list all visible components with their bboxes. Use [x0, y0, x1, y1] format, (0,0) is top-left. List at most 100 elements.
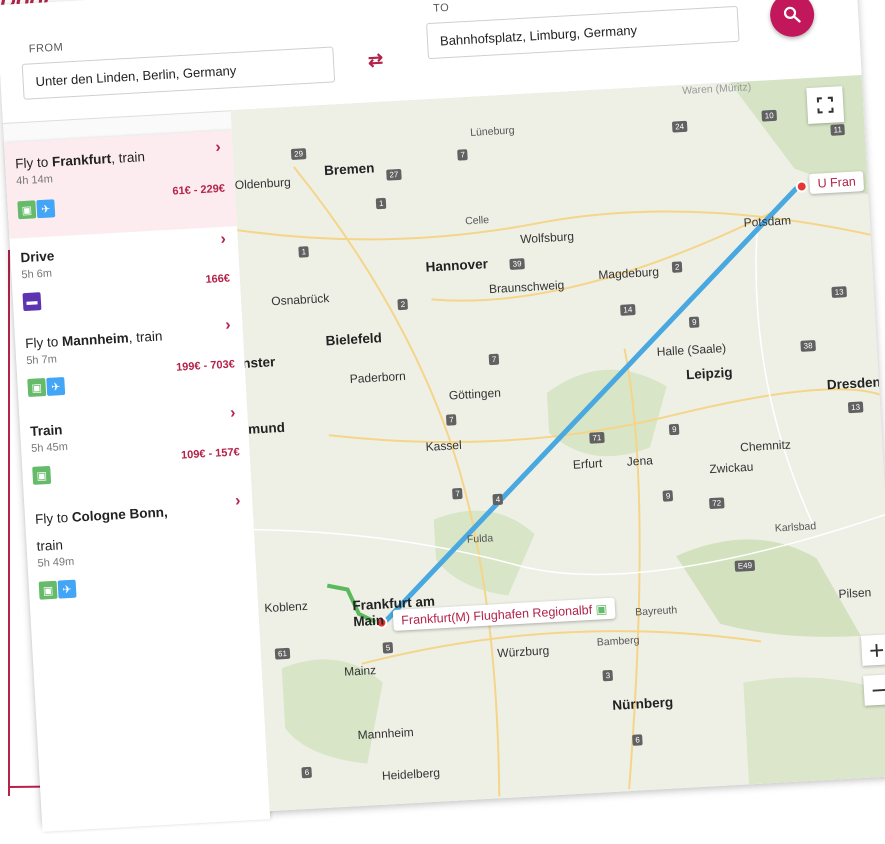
route-title-prefix: Fly to [24, 334, 63, 352]
route-title-dest: Mannheim [61, 330, 130, 350]
highway-shield: 7 [445, 414, 457, 426]
city-label: Jena [626, 453, 654, 469]
highway-shield: 9 [688, 316, 700, 328]
chevron-right-icon: › [229, 404, 236, 422]
highway-shield: 11 [830, 124, 846, 136]
highway-shield: 24 [671, 120, 688, 133]
fullscreen-button[interactable] [806, 86, 845, 125]
route-option[interactable]: › Train 5h 45m 109€ - 157€ ▣ [19, 400, 252, 501]
highway-shield: 71 [589, 431, 605, 444]
city-label: Pilsen [838, 585, 872, 602]
highway-shield: 6 [301, 766, 313, 779]
city-label: Göttingen [448, 385, 502, 403]
route-price: 166€ [205, 272, 231, 286]
city-label: Bayreuth [634, 604, 678, 619]
highway-shield: 39 [509, 258, 525, 270]
highway-shield: 5 [382, 642, 394, 654]
swap-icon[interactable]: ⇄ [367, 50, 383, 72]
search-icon [783, 6, 801, 23]
to-label: TO [432, 1, 450, 15]
city-label: Würzburg [496, 643, 550, 661]
from-input[interactable]: Unter den Linden, Berlin, Germany [21, 46, 336, 100]
route-title-prefix: Fly to [14, 154, 53, 172]
city-label: Leipzig [685, 364, 733, 383]
highway-shield: 1 [298, 246, 310, 258]
app-window: FROM Unter den Linden, Berlin, Germany ⇄… [0, 0, 885, 844]
search-button[interactable] [768, 0, 816, 38]
from-label: FROM [28, 41, 64, 56]
plane-icon: ✈ [57, 579, 77, 599]
highway-shield: 72 [708, 497, 725, 510]
train-icon: ▣ [38, 580, 58, 600]
highway-shield: 7 [452, 487, 464, 500]
highway-shield: 7 [488, 353, 500, 366]
city-label: Wolfsburg [519, 229, 575, 247]
highway-shield: 13 [847, 401, 864, 414]
city-label: Zwickau [708, 459, 754, 477]
map-view[interactable]: Lüneburg Bremen Oldenburg Celle Wolfsbur… [230, 74, 885, 812]
city-label: Potsdam [743, 213, 792, 230]
chevron-right-icon: › [214, 138, 222, 157]
city-label: Bielefeld [325, 330, 383, 349]
frame-left-line [8, 250, 10, 796]
train-icon: ▣ [27, 378, 47, 398]
route-option[interactable]: › Fly to Mannheim, train 5h 7m 199€ - 70… [14, 312, 247, 413]
road [755, 220, 816, 529]
route-title-dest: Train [29, 422, 63, 439]
mode-badges: ▬ [22, 282, 231, 312]
route-option[interactable]: › Drive 5h 6m 166€ ▬ [9, 226, 241, 325]
plane-icon: ✈ [46, 376, 66, 396]
city-label: Kassel [425, 437, 463, 454]
train-icon: ▣ [32, 465, 52, 485]
route-title-suffix: , train [128, 328, 163, 346]
city-label: Mainz [343, 663, 377, 679]
highway-shield: 2 [397, 298, 409, 311]
app-card: FROM Unter den Linden, Berlin, Germany ⇄… [0, 0, 885, 832]
highway-shield: 13 [831, 286, 847, 298]
highway-shield: 29 [290, 148, 307, 160]
train-icon: ▣ [595, 602, 608, 617]
highway-shield: 27 [386, 168, 402, 181]
highway-shield: E49 [734, 559, 756, 572]
city-label: Dresden [826, 374, 882, 393]
zoom-in-button[interactable]: + [860, 634, 885, 666]
highway-shield: 14 [620, 304, 636, 316]
route-title-dest: Frankfurt [51, 151, 112, 170]
city-label: Chemnitz [739, 437, 792, 455]
zoom-out-button[interactable]: − [863, 674, 885, 706]
highway-shield: 9 [662, 490, 674, 502]
highway-shield: 10 [761, 109, 777, 122]
city-label: Celle [464, 214, 490, 228]
highway-shield: 3 [602, 669, 614, 682]
highway-shield: 1 [375, 197, 387, 210]
highway-shield: 2 [671, 261, 683, 273]
mode-badges: ▣ ✈ [38, 570, 248, 600]
highway-shield: 7 [457, 149, 469, 161]
city-label: Lüneburg [469, 124, 515, 139]
route-title-suffix: , train [110, 149, 146, 167]
city-label: Karlsbad [774, 520, 817, 535]
plane-icon: ✈ [36, 199, 56, 219]
city-label: Erfurt [572, 456, 603, 472]
origin-station-label[interactable]: U Fran [809, 171, 865, 195]
city-label: Bamberg [596, 634, 640, 649]
forest-area [546, 369, 667, 457]
city-label: Bremen [323, 160, 375, 179]
highway-shield: 61 [274, 647, 291, 660]
highway-shield: 38 [800, 339, 816, 352]
origin-pin-icon [795, 180, 808, 193]
route-list: › Fly to Frankfurt, train 4h 14m 61€ - 2… [4, 130, 271, 832]
route-title-dest: Cologne Bonn, [71, 504, 169, 525]
city-label: Koblenz [264, 598, 309, 616]
car-icon: ▬ [22, 292, 42, 312]
highway-shield: 6 [632, 734, 644, 746]
train-icon: ▣ [17, 200, 37, 220]
route-option[interactable]: › Fly to Cologne Bonn, train 5h 49m ▣ ✈ [24, 488, 258, 611]
route-title-prefix: Fly to [34, 509, 73, 527]
route-option[interactable]: › Fly to Frankfurt, train 4h 14m 61€ - 2… [4, 130, 238, 239]
chevron-right-icon: › [219, 230, 227, 249]
to-input[interactable]: Bahnhofsplatz, Limburg, Germany [426, 5, 740, 60]
chevron-right-icon: › [224, 316, 232, 334]
fullscreen-icon [816, 96, 834, 114]
highway-shield: 4 [492, 493, 504, 506]
